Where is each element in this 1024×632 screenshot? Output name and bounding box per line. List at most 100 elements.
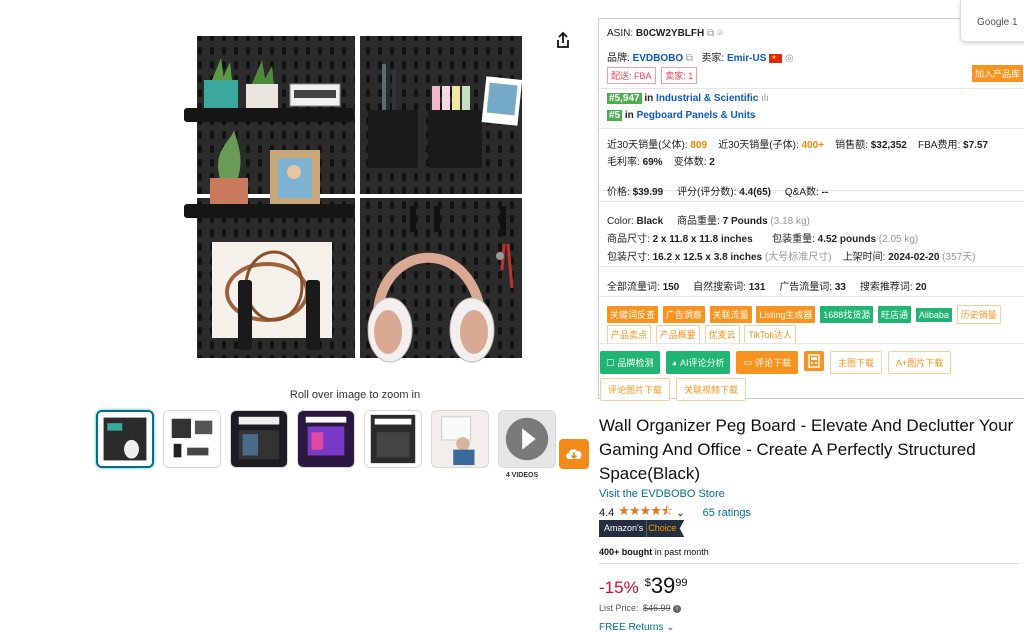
google-popup-label: Google 1	[977, 17, 1018, 28]
brand-link[interactable]: EVDBOBO	[633, 53, 684, 64]
fba-tag: 配送: FBA	[607, 67, 656, 84]
list-price-value: $46.99	[643, 603, 671, 613]
pkg-weight-kg: (2.05 kg)	[878, 234, 919, 245]
copy-icon[interactable]: ⧉	[686, 53, 693, 64]
pkg-size-value: 16.2 x 12.5 x 3.8 inches	[652, 252, 763, 263]
share-icon[interactable]	[553, 30, 573, 50]
sellers-count-tag: 卖家: 1	[661, 67, 698, 84]
divider	[599, 563, 1019, 564]
chip-ad-insight[interactable]: 广告洞察	[662, 306, 705, 323]
weight-label: 商品重量:	[677, 216, 720, 227]
chip-related-traffic[interactable]: 关联流量	[709, 306, 752, 323]
weight-value: 7 Pounds	[722, 216, 768, 227]
kw-ads-label: 广告流量词:	[779, 282, 833, 293]
chip-wangdiantong[interactable]: 旺店通	[878, 306, 912, 323]
video-count-label: 4 VIDEOS	[505, 472, 539, 479]
chip-overview[interactable]: 产品概要	[655, 325, 700, 344]
zoom-hint: Roll over image to zoom in	[289, 389, 421, 401]
review-download-button[interactable]: ▭ 评论下载	[736, 351, 799, 374]
choice-badge-prefix: Amazon's	[599, 520, 647, 537]
qa-value: --	[821, 187, 829, 198]
store-link[interactable]: Visit the EVDBOBO Store	[599, 488, 725, 500]
add-to-library-button[interactable]: 加入产品库	[971, 65, 1023, 82]
thumbnail-4[interactable]	[297, 410, 355, 468]
kw-organic-label: 自然搜索词:	[693, 282, 746, 293]
thumbnail-6[interactable]	[431, 410, 489, 468]
qa-label: Q&A数:	[784, 187, 819, 198]
fba-label: FBA费用:	[918, 140, 961, 151]
cloud-download-icon	[566, 449, 582, 460]
aplus-image-download-button[interactable]: A+图片下载	[888, 351, 952, 374]
thumbnail-1[interactable]	[96, 410, 154, 468]
margin-value: 69%	[642, 157, 663, 168]
revenue-value: $32,352	[870, 140, 907, 151]
china-flag-icon: ★	[769, 53, 783, 63]
size-label: 商品尺寸:	[607, 234, 650, 245]
discount-percent: -15%	[599, 578, 639, 597]
free-returns-link[interactable]: FREE Returns ⌄	[599, 622, 675, 632]
chevron-down-icon[interactable]: ⌄	[676, 508, 684, 519]
review-image-download-button[interactable]: 评论图片下载	[600, 378, 671, 401]
amazons-choice-badge[interactable]: Amazon's Choice	[599, 520, 685, 537]
main-image-download-button[interactable]: 主图下载	[830, 351, 883, 374]
list-price: List Price: $46.99 i	[599, 603, 682, 613]
calculator-icon[interactable]	[804, 351, 825, 371]
download-images-button[interactable]	[559, 439, 589, 469]
seller-link[interactable]: Emir-US	[727, 53, 766, 64]
verify-icon[interactable]: ◎	[785, 53, 794, 64]
variants-value: 2	[709, 157, 715, 168]
related-video-download-button[interactable]: 关联视频下载	[676, 378, 747, 401]
list-price-label: List Price:	[599, 603, 639, 613]
bought-period: in past month	[654, 547, 709, 557]
ratings-count-link[interactable]: 65 ratings	[703, 507, 751, 519]
price-value: $39.99	[632, 187, 664, 198]
thumbnail-3[interactable]	[230, 410, 288, 468]
seller-tool-panel: ASIN: B0CW2YBLFH ⧉ ⌾ 品牌: EVDBOBO ⧉ 卖家: E…	[598, 18, 1024, 399]
price-block: -15% $ 39 99	[599, 574, 688, 598]
launch-value: 2024-02-20	[888, 252, 940, 263]
free-returns-label: FREE Returns	[599, 622, 664, 632]
price-label: 价格:	[607, 187, 630, 198]
thumbnail-5[interactable]	[364, 410, 422, 468]
panel-action-row-2: 评论图片下载 关联视频下载	[600, 378, 747, 401]
kw-rec-label: 搜索推荐词:	[859, 282, 913, 293]
kw-organic-value: 131	[748, 282, 766, 293]
ai-review-button[interactable]: ◕ AI评论分析	[665, 351, 731, 374]
video-thumbnail[interactable]	[498, 410, 556, 468]
copy-icon[interactable]: ⧉	[707, 28, 714, 39]
revenue-label: 销售额:	[835, 140, 868, 151]
launch-days: (357天)	[942, 252, 976, 263]
chip-listing-generator[interactable]: Listing生成器	[756, 306, 816, 323]
brand-check-label: 品牌检测	[617, 358, 654, 368]
kw-ads-value: 33	[834, 282, 846, 293]
thumbnail-2[interactable]	[163, 410, 221, 468]
chart-icon[interactable]: ılı	[761, 93, 769, 104]
pkg-size-label: 包装尺寸:	[607, 252, 650, 263]
asin-value[interactable]: B0CW2YBLFH	[636, 28, 704, 39]
color-label: Color:	[607, 216, 634, 227]
chip-alibaba[interactable]: Alibaba	[915, 308, 952, 322]
main-product-image[interactable]	[182, 30, 532, 380]
chip-sales-history[interactable]: 历史销量	[956, 305, 1001, 324]
rank-main-category[interactable]: Industrial & Scientific	[656, 93, 758, 104]
kw-total-label: 全部流量词:	[607, 282, 660, 293]
chip-keyword-reverse[interactable]: 关键词反查	[607, 306, 659, 323]
choice-badge-word: Choice	[646, 520, 685, 537]
panel-action-row: ▢ 品牌检测 ◕ AI评论分析 ▭ 评论下载 主图下载 A+图片下载	[600, 351, 952, 374]
comment-icon: ▭	[743, 357, 752, 367]
google-popup[interactable]: Google 1	[960, 0, 1024, 42]
bought-in-past-month: 400+ bought in past month	[599, 547, 709, 557]
rank-sub-category[interactable]: Pegboard Panels & Units	[637, 110, 756, 121]
size-value: 2 x 11.8 x 11.8 inches	[652, 234, 753, 245]
tool-chips-row-2: 产品卖点 产品概要 优麦云 TikTok达人	[607, 325, 798, 344]
pkg-weight-label: 包装重量:	[772, 234, 815, 245]
location-icon[interactable]: ⌾	[717, 28, 723, 39]
info-icon[interactable]: i	[673, 604, 682, 613]
chip-1688[interactable]: 1688找货源	[820, 306, 874, 323]
chip-tiktok[interactable]: TikTok达人	[744, 325, 797, 344]
chip-selling-points[interactable]: 产品卖点	[607, 325, 652, 344]
sales-parent-value: 809	[690, 140, 708, 151]
chip-youmaiyun[interactable]: 优麦云	[704, 325, 740, 344]
brand-check-button[interactable]: ▢ 品牌检测	[600, 351, 660, 374]
score-value: 4.4(65)	[739, 187, 771, 198]
